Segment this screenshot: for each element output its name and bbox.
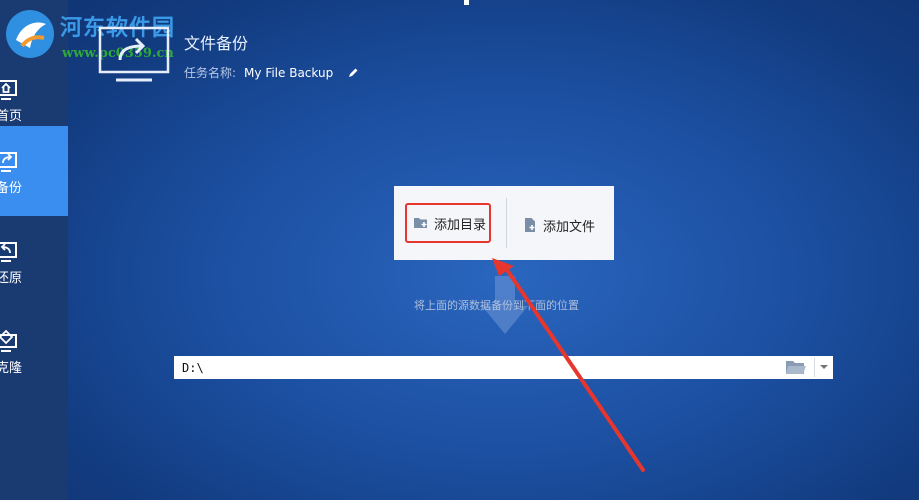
open-folder-icon[interactable] xyxy=(785,359,807,376)
chevron-down-icon[interactable] xyxy=(819,362,829,372)
task-name-value: My File Backup xyxy=(244,65,334,80)
destination-path-input[interactable] xyxy=(180,359,764,376)
sidebar-item-label: 克隆 xyxy=(0,360,23,376)
restore-icon xyxy=(0,241,17,262)
destination-bar xyxy=(174,356,833,379)
sidebar: 首页 备份 还原 克隆 xyxy=(0,0,68,500)
file-backup-icon xyxy=(98,26,170,82)
task-name-row: 任务名称: My File Backup xyxy=(184,64,359,81)
sidebar-item-label: 首页 xyxy=(0,108,23,124)
source-panel: 添加目录 添加文件 xyxy=(394,186,614,260)
add-folder-icon xyxy=(414,218,427,228)
add-file-button[interactable]: 添加文件 xyxy=(522,205,595,245)
sidebar-item-clone[interactable]: 克隆 xyxy=(0,306,68,396)
window-marker xyxy=(464,0,469,5)
page-title: 文件备份 xyxy=(184,34,249,53)
task-name-label: 任务名称: xyxy=(184,66,237,80)
add-directory-label: 添加目录 xyxy=(434,217,487,233)
watermark-logo-icon xyxy=(6,10,54,58)
sidebar-item-backup[interactable]: 备份 xyxy=(0,126,68,216)
sidebar-item-label: 备份 xyxy=(0,180,23,196)
sidebar-item-restore[interactable]: 还原 xyxy=(0,216,68,306)
sidebar-item-label: 还原 xyxy=(0,270,23,286)
clone-icon xyxy=(0,329,17,352)
panel-divider xyxy=(506,198,507,248)
add-file-label: 添加文件 xyxy=(543,219,596,235)
home-icon xyxy=(0,79,17,100)
edit-pencil-icon[interactable] xyxy=(347,67,359,79)
hint-text: 将上面的源数据备份到下面的位置 xyxy=(414,299,579,312)
add-directory-button[interactable]: 添加目录 xyxy=(405,203,491,243)
add-file-icon xyxy=(525,218,535,232)
backup-icon xyxy=(0,151,17,172)
dropdown-separator xyxy=(814,358,815,377)
